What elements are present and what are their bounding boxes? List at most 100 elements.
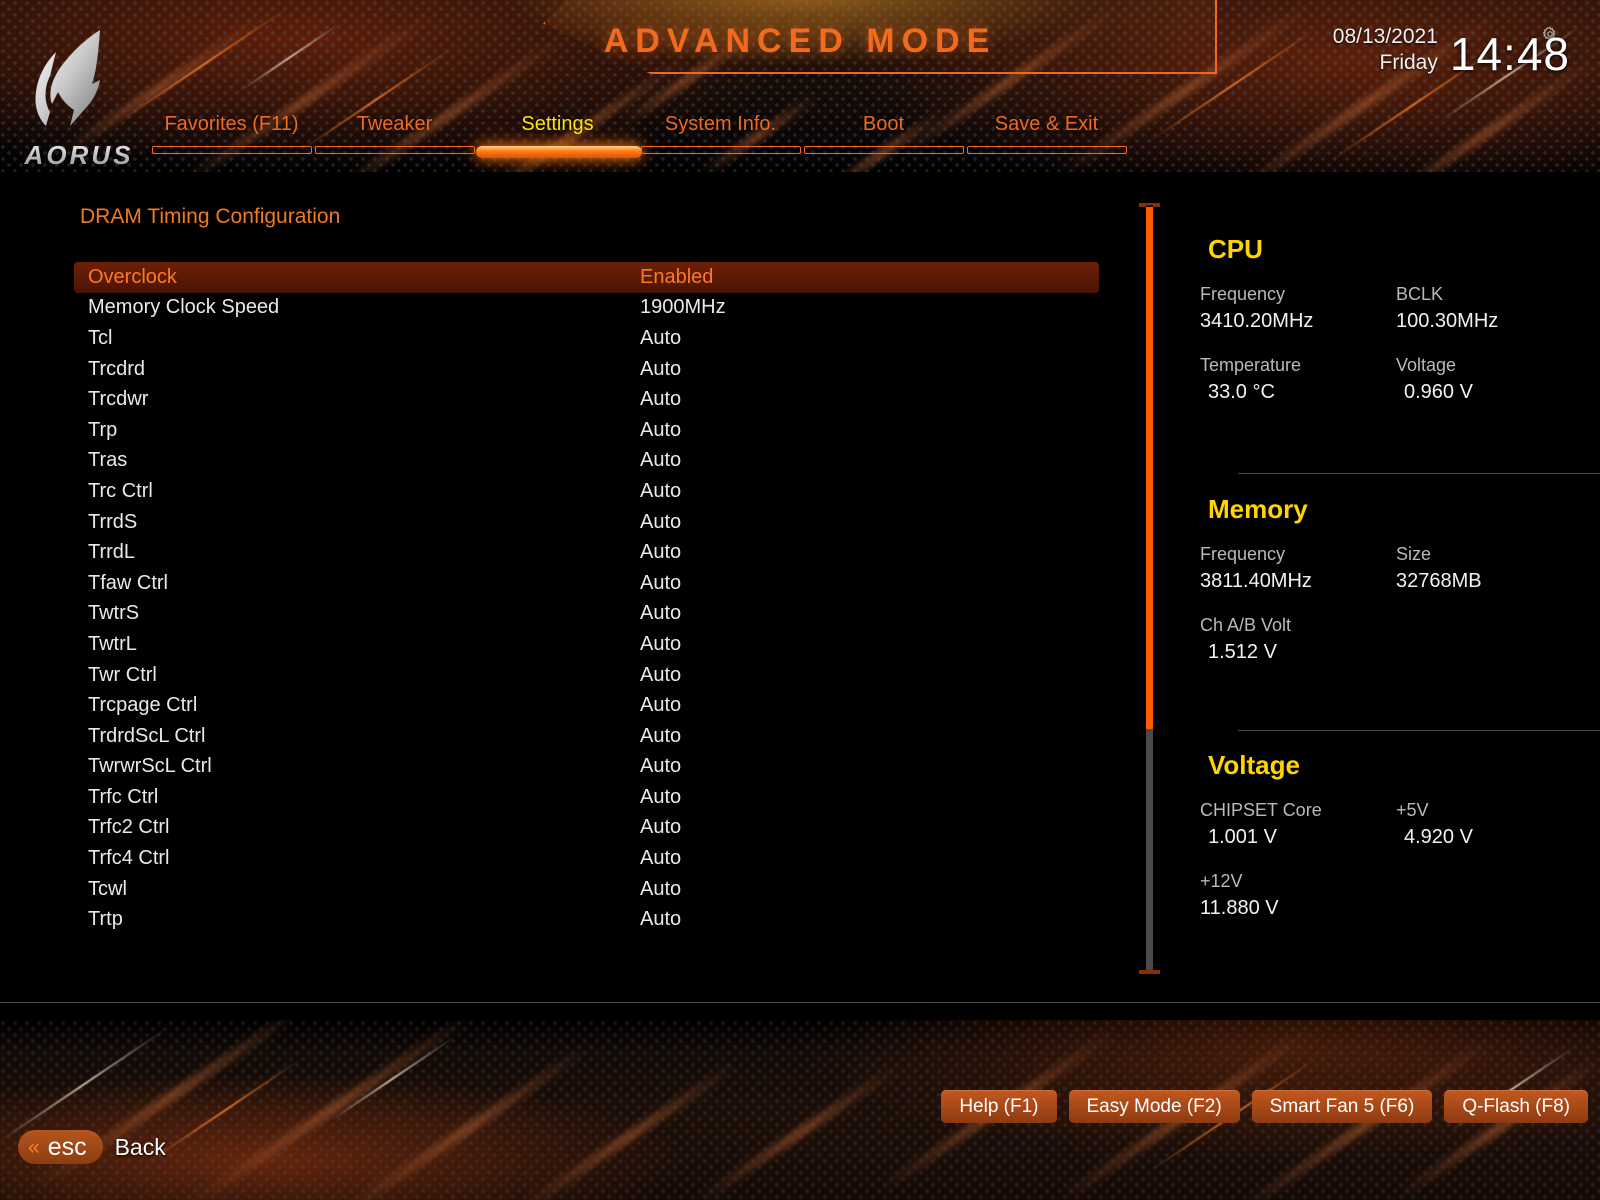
table-row[interactable]: Trtp Auto — [74, 904, 1099, 935]
setting-value[interactable]: Auto — [640, 847, 1085, 870]
table-row[interactable]: Trcpage Ctrl Auto — [74, 690, 1099, 721]
setting-value[interactable]: Auto — [640, 816, 1085, 839]
setting-value[interactable]: Auto — [640, 480, 1085, 503]
table-row[interactable]: Memory Clock Speed 1900MHz — [74, 293, 1099, 324]
setting-value[interactable]: Auto — [640, 664, 1085, 687]
table-row[interactable]: TrrdS Auto — [74, 507, 1099, 538]
nav-tab-favorites-f11[interactable]: Favorites (F11) — [150, 112, 313, 158]
nav-tab-underline — [476, 146, 642, 158]
setting-value[interactable]: Auto — [640, 633, 1085, 656]
table-row[interactable]: Trfc2 Ctrl Auto — [74, 813, 1099, 844]
table-row[interactable]: Trfc Ctrl Auto — [74, 782, 1099, 813]
table-row[interactable]: Tcwl Auto — [74, 874, 1099, 905]
readout-label: +5V — [1396, 800, 1429, 820]
nav-tab-tweaker[interactable]: Tweaker — [313, 112, 476, 158]
voltage-heading: Voltage — [1208, 750, 1300, 780]
table-row[interactable]: TrdrdScL Ctrl Auto — [74, 721, 1099, 752]
table-row[interactable]: TwtrS Auto — [74, 599, 1099, 630]
readout-value: 11.880 V — [1200, 897, 1279, 919]
setting-name: Trcdwr — [88, 388, 149, 411]
setting-value[interactable]: Auto — [640, 327, 1085, 350]
setting-value[interactable]: Auto — [640, 786, 1085, 809]
setting-value[interactable]: Auto — [640, 449, 1085, 472]
fkey-button-smart-fan-5-f6[interactable]: Smart Fan 5 (F6) — [1251, 1090, 1433, 1123]
table-row[interactable]: Trp Auto — [74, 415, 1099, 446]
time-text: 14:48 — [1449, 28, 1570, 80]
setting-value[interactable]: Auto — [640, 572, 1085, 595]
table-row[interactable]: Overclock Enabled — [74, 262, 1099, 293]
setting-name: Twr Ctrl — [88, 663, 157, 686]
panel-divider-1 — [1238, 473, 1600, 474]
table-row[interactable]: Twr Ctrl Auto — [74, 660, 1099, 691]
setting-value[interactable]: Auto — [640, 878, 1085, 901]
readout-cell: Ch A/B Volt 1.512 V — [1200, 612, 1396, 667]
setting-name: TrrdL — [88, 541, 136, 564]
setting-name: Trcpage Ctrl — [88, 694, 198, 717]
bios-screen: ADVANCED MODE AORUS 08/13/2021 Friday 14… — [0, 0, 1600, 1200]
function-key-bar: Help (F1) Easy Mode (F2) Smart Fan 5 (F6) Q… — [941, 1090, 1588, 1123]
back-control[interactable]: « esc Back — [18, 1130, 166, 1164]
setting-name: Tfaw Ctrl — [88, 571, 168, 594]
table-row[interactable]: Trfc4 Ctrl Auto — [74, 843, 1099, 874]
nav-tab-label: System Info. — [664, 113, 777, 135]
setting-value[interactable]: Auto — [640, 358, 1085, 381]
readout-label: Frequency — [1200, 284, 1286, 304]
table-row[interactable]: TwrwrScL Ctrl Auto — [74, 752, 1099, 783]
nav-tab-label: Favorites (F11) — [164, 113, 299, 135]
setting-name: TwrwrScL Ctrl — [88, 755, 212, 778]
memory-heading: Memory — [1208, 494, 1308, 524]
scrollbar-track-remainder[interactable] — [1146, 729, 1153, 973]
cpu-heading: CPU — [1208, 234, 1263, 264]
fkey-button-q-flash-f8[interactable]: Q-Flash (F8) — [1444, 1090, 1588, 1123]
setting-value[interactable]: 1900MHz — [640, 296, 1085, 319]
setting-value[interactable]: Auto — [640, 755, 1085, 778]
nav-tab-label: Boot — [862, 113, 905, 135]
nav-tab-label: Save & Exit — [994, 113, 1099, 135]
setting-value[interactable]: Auto — [640, 511, 1085, 534]
back-label: Back — [114, 1133, 166, 1160]
setting-name: Tcl — [88, 326, 113, 349]
hardware-monitor-panel: CPU Frequency 3410.20MHz BCLK 100.30MHz Temp… — [1200, 172, 1600, 1020]
nav-tab-settings[interactable]: Settings — [476, 112, 642, 158]
table-row[interactable]: Tcl Auto — [74, 323, 1099, 354]
table-row[interactable]: Tras Auto — [74, 446, 1099, 477]
fkey-button-help-f1[interactable]: Help (F1) — [941, 1090, 1057, 1123]
setting-name: TwtrL — [88, 632, 137, 655]
readout-label: Ch A/B Volt — [1200, 615, 1292, 635]
setting-name: TwtrS — [88, 602, 140, 625]
setting-name: Trp — [88, 418, 118, 441]
readout-value: 3811.40MHz — [1200, 570, 1312, 592]
fkey-button-easy-mode-f2[interactable]: Easy Mode (F2) — [1068, 1090, 1240, 1123]
cpu-block: CPU Frequency 3410.20MHz BCLK 100.30MHz Temp… — [1200, 234, 1600, 423]
setting-value[interactable]: Auto — [640, 694, 1085, 717]
setting-value[interactable]: Enabled — [640, 266, 1085, 289]
readout-label: BCLK — [1396, 284, 1444, 304]
readout-cell: Temperature 33.0 °C — [1200, 352, 1396, 407]
table-row[interactable]: Trc Ctrl Auto — [74, 476, 1099, 507]
setting-value[interactable]: Auto — [640, 419, 1085, 442]
readout-value: 0.960 V — [1404, 381, 1473, 403]
scrollbar-thumb[interactable] — [1146, 207, 1153, 729]
setting-value[interactable]: Auto — [640, 908, 1085, 931]
nav-tab-system-info[interactable]: System Info. — [639, 112, 802, 158]
setting-value[interactable]: Auto — [640, 725, 1085, 748]
nav-tab-save-exit[interactable]: Save & Exit — [965, 112, 1128, 158]
setting-value[interactable]: Auto — [640, 541, 1085, 564]
readout-value: 1.512 V — [1208, 641, 1277, 663]
readout-label: +12V — [1200, 871, 1243, 891]
table-row[interactable]: TrrdL Auto — [74, 537, 1099, 568]
table-row[interactable]: Trcdwr Auto — [74, 384, 1099, 415]
setting-value[interactable]: Auto — [640, 602, 1085, 625]
readout-value: 4.920 V — [1404, 826, 1473, 848]
setting-value[interactable]: Auto — [640, 388, 1085, 411]
readout-cell: Size 32768MB — [1396, 541, 1592, 596]
table-row[interactable]: Trcdrd Auto — [74, 354, 1099, 385]
nav-tab-boot[interactable]: Boot — [802, 112, 965, 158]
esc-button[interactable]: « esc — [18, 1130, 103, 1164]
readout-value: 100.30MHz — [1396, 310, 1499, 332]
table-row[interactable]: TwtrL Auto — [74, 629, 1099, 660]
table-row[interactable]: Tfaw Ctrl Auto — [74, 568, 1099, 599]
memory-readouts: Frequency 3811.40MHz Size 32768MB Ch A/B Vol… — [1200, 541, 1600, 683]
setting-name: TrrdS — [88, 510, 138, 533]
bottom-bar: Help (F1) Easy Mode (F2) Smart Fan 5 (F6) Q… — [0, 1020, 1600, 1200]
